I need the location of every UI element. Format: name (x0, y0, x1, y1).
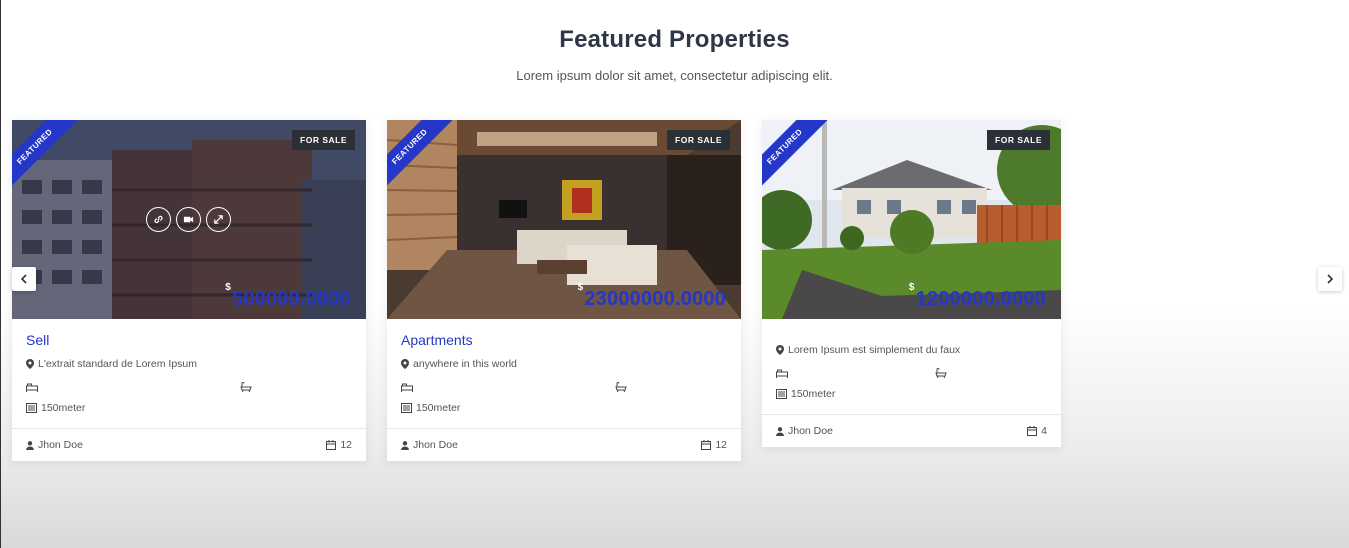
section-title: Featured Properties (559, 26, 790, 53)
bed-icon (776, 369, 788, 378)
property-address: Lorem Ipsum est simplement du faux (776, 344, 1047, 356)
calendar-icon (1027, 426, 1038, 436)
property-area: 150meter (776, 388, 1047, 400)
status-badge: FOR SALE (292, 130, 355, 150)
map-marker-icon (401, 359, 409, 369)
section-subtitle: Lorem ipsum dolor sit amet, consectetur … (516, 68, 833, 83)
card-footer: Jhon Doe 4 (762, 414, 1061, 447)
property-image[interactable]: FEATURED FOR SALE $23000000.0000 (387, 120, 741, 319)
expand-icon[interactable] (206, 207, 231, 232)
carousel-prev-button[interactable] (12, 267, 36, 291)
status-badge: FOR SALE (667, 130, 730, 150)
bed-icon (26, 383, 38, 392)
card-footer: Jhon Doe 12 (12, 428, 366, 461)
post-date: 12 (326, 439, 352, 451)
chevron-right-icon (1327, 274, 1334, 284)
link-icon[interactable] (146, 207, 171, 232)
post-date: 4 (1027, 425, 1047, 437)
property-area: 150meter (26, 402, 352, 414)
map-marker-icon (776, 345, 784, 355)
price: $1200000.0000 (908, 282, 1046, 310)
agent[interactable]: Jhon Doe (401, 439, 458, 451)
features-row (776, 366, 1047, 380)
user-icon (776, 426, 784, 436)
post-date: 12 (701, 439, 727, 451)
user-icon (26, 440, 34, 450)
calendar-icon (701, 440, 712, 450)
features-row (401, 380, 727, 394)
area-icon (401, 403, 412, 413)
bath-icon (615, 382, 627, 392)
calendar-icon (326, 440, 337, 450)
bath-icon (240, 382, 252, 392)
agent[interactable]: Jhon Doe (26, 439, 83, 451)
price: $500000.0000 (225, 282, 351, 310)
card-footer: Jhon Doe 12 (387, 428, 741, 461)
property-card[interactable]: FEATURED FOR SALE $1200000.0000 Lorem Ip… (762, 120, 1061, 447)
property-address: anywhere in this world (401, 358, 727, 370)
property-area: 150meter (401, 402, 727, 414)
status-badge: FOR SALE (987, 130, 1050, 150)
hover-actions (146, 207, 231, 232)
property-card[interactable]: FEATURED FOR SALE $23000000.0000 Apartme… (387, 120, 741, 461)
video-icon[interactable] (176, 207, 201, 232)
area-icon (776, 389, 787, 399)
bath-icon (935, 368, 947, 378)
property-card[interactable]: FEATURED FOR SALE $500000.0000 Sell L'ex… (12, 120, 366, 461)
bed-icon (401, 383, 413, 392)
property-title[interactable]: Apartments (401, 332, 727, 348)
chevron-left-icon (20, 274, 27, 284)
area-icon (26, 403, 37, 413)
carousel-next-button[interactable] (1318, 267, 1342, 291)
property-image[interactable]: FEATURED FOR SALE $500000.0000 (12, 120, 366, 319)
property-title[interactable]: Sell (26, 332, 352, 348)
property-image[interactable]: FEATURED FOR SALE $1200000.0000 (762, 120, 1061, 319)
user-icon (401, 440, 409, 450)
property-address: L'extrait standard de Lorem Ipsum (26, 358, 352, 370)
map-marker-icon (26, 359, 34, 369)
price: $23000000.0000 (577, 282, 726, 310)
agent[interactable]: Jhon Doe (776, 425, 833, 437)
features-row (26, 380, 352, 394)
